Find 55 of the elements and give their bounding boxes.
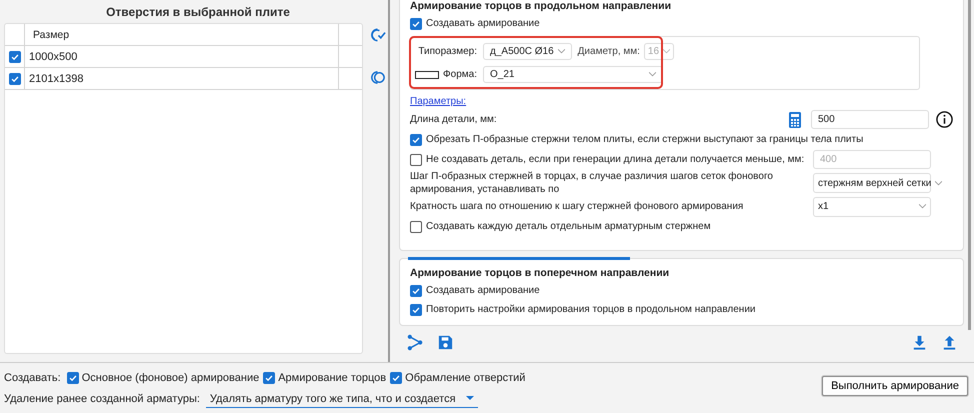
caret-icon <box>466 396 474 401</box>
checkbox[interactable] <box>66 372 79 384</box>
download-icon[interactable] <box>911 334 928 351</box>
checkbox[interactable] <box>410 284 422 296</box>
length-field[interactable]: 500 <box>811 110 929 129</box>
group-title: Армирование торцов в продольном направлении <box>410 0 672 14</box>
checkbox[interactable] <box>410 304 422 316</box>
checkbox[interactable] <box>8 72 20 84</box>
shape-preview-icon <box>415 70 439 78</box>
panel-title: Отверстия в выбранной плите <box>105 4 291 21</box>
deselect-all-icon[interactable] <box>369 69 386 86</box>
checkbox[interactable] <box>263 372 276 384</box>
group-title: Армирование торцов в поперечном направлении <box>410 267 670 281</box>
checkbox-label[interactable]: Обрезать П-образные стержни телом плиты, если стержни выступают за границы тела плиты <box>426 134 864 145</box>
checkbox[interactable] <box>410 18 422 30</box>
run-button[interactable]: Выполнить армирование <box>822 376 968 396</box>
field-label: Форма: <box>443 69 477 80</box>
upload-icon[interactable] <box>941 334 958 351</box>
info-icon[interactable] <box>936 111 953 128</box>
column-header[interactable]: Размер <box>25 24 339 45</box>
save-icon[interactable] <box>437 334 454 351</box>
checkbox-label[interactable]: Армирование торцов <box>278 372 386 384</box>
branch-icon[interactable] <box>407 334 424 351</box>
caret-icon <box>558 49 565 54</box>
field-label: Создавать: <box>4 372 61 384</box>
scrollbar[interactable] <box>968 0 971 330</box>
field-label: Шаг П-образных стержней в торцах, в случае различия шагов сеток фонового армирования, устанавливать по <box>410 170 774 196</box>
calculator-icon[interactable] <box>789 112 801 128</box>
typesize-dropdown[interactable]: д_А500С Ø16 <box>483 43 572 60</box>
checkbox[interactable] <box>8 50 20 62</box>
caret-icon <box>663 49 670 54</box>
field-label: Кратность шага по отношению к шагу стержней фонового армирования <box>410 201 744 212</box>
checkbox-label[interactable]: Основное (фоновое) армирование <box>82 372 260 384</box>
delete-mode-dropdown[interactable]: Удалять арматуру того же типа, что и создается <box>206 390 478 408</box>
caret-icon <box>935 180 942 186</box>
checkbox[interactable] <box>410 134 422 146</box>
caret-icon <box>919 204 926 209</box>
multiplicity-dropdown[interactable]: x1 <box>813 196 931 216</box>
select-all-icon[interactable] <box>369 26 386 43</box>
field-label: Удаление ранее созданной арматуры: <box>4 393 200 405</box>
table-cell: 2101x1398 <box>25 68 339 89</box>
checkbox-label[interactable]: Обрамление отверстий <box>405 372 526 384</box>
field-label: Диаметр, мм: <box>578 46 640 57</box>
field-label: Длина детали, мм: <box>410 114 498 125</box>
checkbox-label[interactable]: Создавать армирование <box>426 18 540 29</box>
checkbox[interactable] <box>410 220 422 232</box>
table-cell: 1000x500 <box>25 46 339 67</box>
shape-dropdown[interactable]: О_21 <box>483 66 663 83</box>
checkbox-label[interactable]: Повторить настройки армирования торцов в продольном направлении <box>426 304 756 315</box>
checkbox-label[interactable]: Создавать каждую деталь отдельным арматурным стержнем <box>426 221 711 232</box>
checkbox-label[interactable]: Создавать армирование <box>426 285 540 296</box>
parameters-link[interactable]: Параметры: <box>410 96 466 107</box>
caret-icon <box>649 72 656 77</box>
checkbox[interactable] <box>390 372 402 384</box>
field-label: Типоразмер: <box>417 46 478 57</box>
